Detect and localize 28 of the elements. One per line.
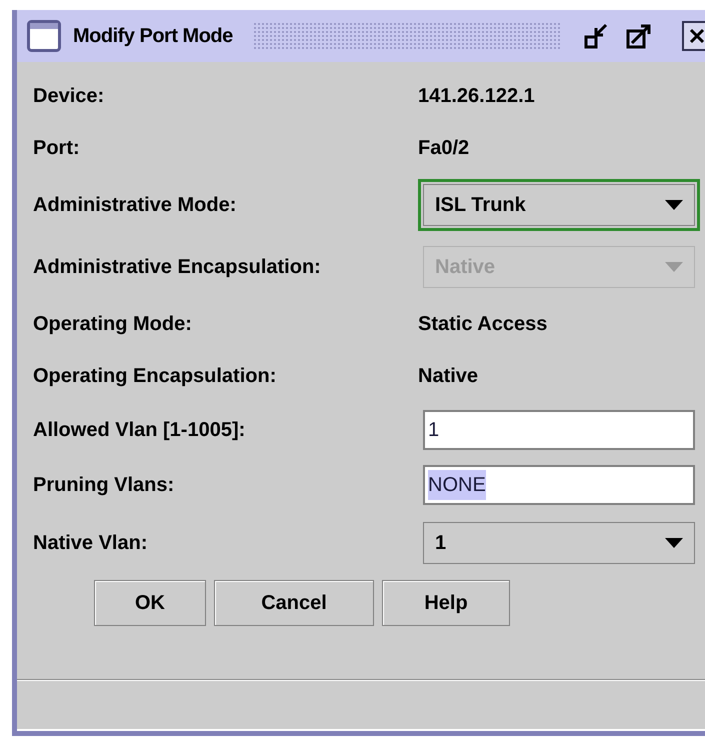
dropdown-arrow-icon bbox=[665, 262, 683, 272]
field-label: Device: bbox=[33, 84, 106, 109]
field-label: Pruning Vlans: bbox=[33, 472, 176, 498]
maximize-icon bbox=[626, 23, 652, 49]
dialog-button[interactable]: Help bbox=[382, 580, 510, 626]
field-label: Administrative Mode: bbox=[33, 193, 238, 218]
input-field[interactable]: 1 bbox=[423, 410, 695, 450]
field-value: Native bbox=[418, 364, 478, 389]
field-label: Native Vlan: bbox=[33, 531, 148, 556]
close-button[interactable] bbox=[682, 21, 705, 51]
dialog-button[interactable]: Cancel bbox=[214, 580, 374, 626]
field-label: Operating Encapsulation: bbox=[33, 364, 278, 389]
input-field[interactable]: NONE bbox=[423, 464, 695, 504]
minimize-icon bbox=[584, 23, 610, 49]
dropdown[interactable]: ISL Trunk bbox=[418, 179, 700, 231]
window-title: Modify Port Mode bbox=[73, 24, 233, 49]
field-label: Administrative Encapsulation: bbox=[33, 255, 322, 280]
close-icon bbox=[689, 28, 705, 44]
dropdown-arrow-icon bbox=[665, 200, 683, 210]
field-value: Static Access bbox=[418, 312, 548, 337]
dropdown-arrow-icon bbox=[665, 538, 683, 548]
window-icon bbox=[27, 20, 61, 52]
field-label: Port: bbox=[33, 136, 81, 161]
dialog-button[interactable]: OK bbox=[94, 580, 206, 626]
field-label: Allowed Vlan [1-1005]: bbox=[33, 418, 246, 442]
field-value: Fa0/2 bbox=[418, 136, 470, 161]
field-value: 141.26.122.1 bbox=[418, 84, 535, 109]
field-label: Operating Mode: bbox=[33, 312, 193, 337]
